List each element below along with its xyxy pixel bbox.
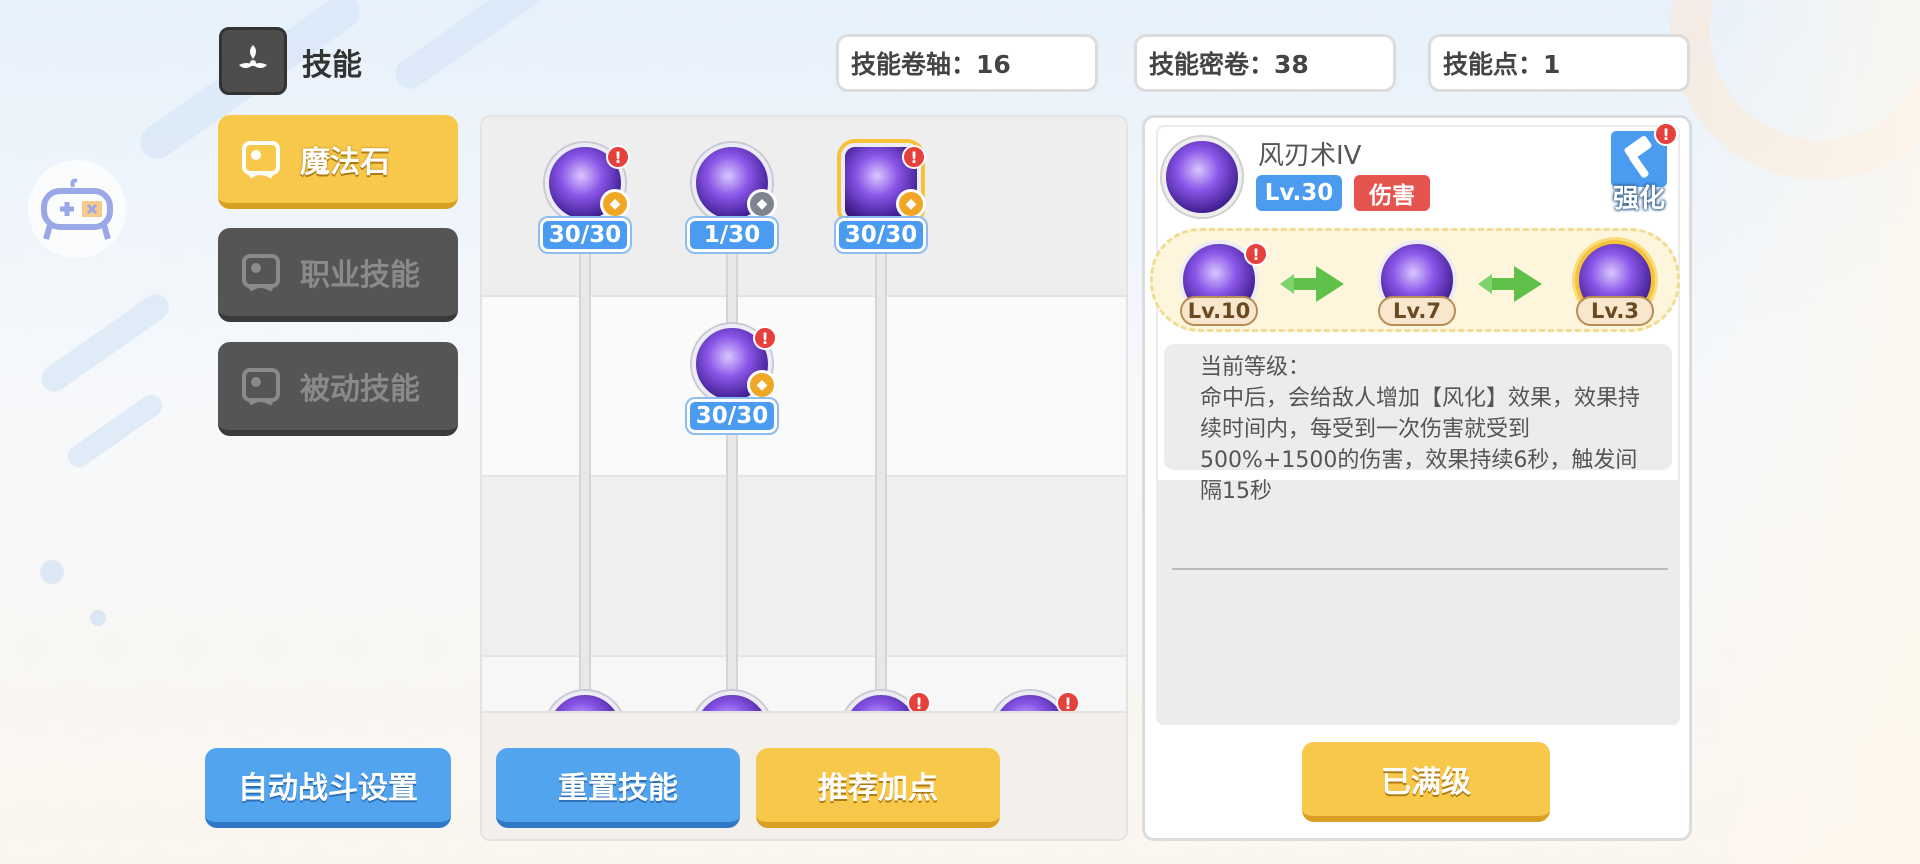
detail-empty-area (1156, 480, 1680, 725)
auto-battle-settings-button[interactable]: 自动战斗设置 (205, 748, 451, 828)
skill-description: 命中后，会给敌人增加【风化】效果，效果持续时间内，每受到一次伤害就受到500%+… (1200, 386, 1641, 504)
bg-decoration (90, 610, 106, 626)
skill-level-counter: 30/30 (540, 218, 630, 252)
upgrade-step-highlight[interactable]: Lv.3 (1570, 240, 1660, 330)
divider (1172, 568, 1668, 570)
upgrade-level-label: Lv.3 (1576, 296, 1654, 326)
skill-level-counter: 30/30 (836, 218, 926, 252)
bg-decoration (36, 289, 174, 397)
upgrade-level-label: Lv.7 (1378, 296, 1456, 326)
maxed-button[interactable]: 已满级 (1302, 742, 1550, 822)
bg-decoration (40, 560, 64, 584)
skill-node-selected[interactable]: ! ◆ 30/30 (836, 143, 926, 253)
rank-badge-icon: ◆ (747, 189, 777, 219)
recommend-points-button[interactable]: 推荐加点 (756, 748, 1000, 828)
tab-label: 魔法石 (300, 145, 390, 180)
enhance-button[interactable]: 强化 ! (1608, 122, 1678, 214)
alert-icon: ! (1654, 122, 1678, 146)
passive-skill-icon (242, 368, 280, 406)
skill-name: 风刃术IV (1258, 141, 1362, 171)
tab-passive-skill[interactable]: 被动技能 (218, 342, 458, 436)
enhance-label: 强化 (1612, 184, 1665, 214)
skill-type-tag: 伤害 (1354, 175, 1430, 211)
tab-magic-stone[interactable]: 魔法石 (218, 115, 458, 209)
skill-node[interactable]: ! ◆ 30/30 (540, 143, 630, 253)
skill-node[interactable]: ◆ 1/30 (687, 143, 777, 253)
arrow-right-icon (1478, 266, 1542, 302)
gamepad-icon[interactable] (28, 160, 126, 258)
skill-level-counter: 30/30 (687, 399, 777, 433)
skill-secret-scroll-count: 技能密卷：38 (1134, 34, 1396, 92)
reset-skills-button[interactable]: 重置技能 (496, 748, 740, 828)
bg-decoration (389, 0, 571, 95)
skill-orb-icon (1162, 137, 1242, 217)
rank-badge-icon: ◆ (747, 370, 777, 400)
rank-badge-icon: ◆ (600, 189, 630, 219)
skill-level-counter: 1/30 (687, 218, 777, 252)
tab-class-skill[interactable]: 职业技能 (218, 228, 458, 322)
bg-decoration (1692, 0, 1920, 864)
skill-node[interactable]: ! ◆ 30/30 (687, 324, 777, 434)
skill-glyph-icon (219, 27, 287, 95)
upgrade-step[interactable]: Lv.7 (1372, 240, 1462, 330)
page-title: 技能 (302, 48, 362, 83)
arrow-right-icon (1280, 266, 1344, 302)
rank-badge-icon: ◆ (896, 189, 926, 219)
upgrade-step[interactable]: ! Lv.10 (1174, 240, 1268, 330)
alert-icon: ! (606, 145, 630, 169)
skill-scroll-count: 技能卷轴：16 (836, 34, 1098, 92)
skill-description-box: 当前等级： 命中后，会给敌人增加【风化】效果，效果持续时间内，每受到一次伤害就受… (1164, 344, 1672, 504)
skill-level-tag: Lv.30 (1256, 175, 1342, 211)
alert-icon: ! (902, 145, 926, 169)
tab-label: 被动技能 (300, 372, 420, 407)
upgrade-level-label: Lv.10 (1180, 296, 1258, 326)
magic-stone-icon (242, 141, 280, 179)
current-level-label: 当前等级： (1200, 355, 1311, 380)
alert-icon: ! (1244, 242, 1268, 266)
bg-decoration (63, 390, 167, 472)
skill-tree-panel[interactable]: ! ◆ 30/30 ◆ 1/30 ! ◆ 30/30 ! ◆ 30/30 ! ! (480, 115, 1128, 841)
class-skill-icon (242, 254, 280, 292)
alert-icon: ! (753, 326, 777, 350)
skill-points-count: 技能点：1 (1428, 34, 1690, 92)
tab-label: 职业技能 (300, 258, 420, 293)
